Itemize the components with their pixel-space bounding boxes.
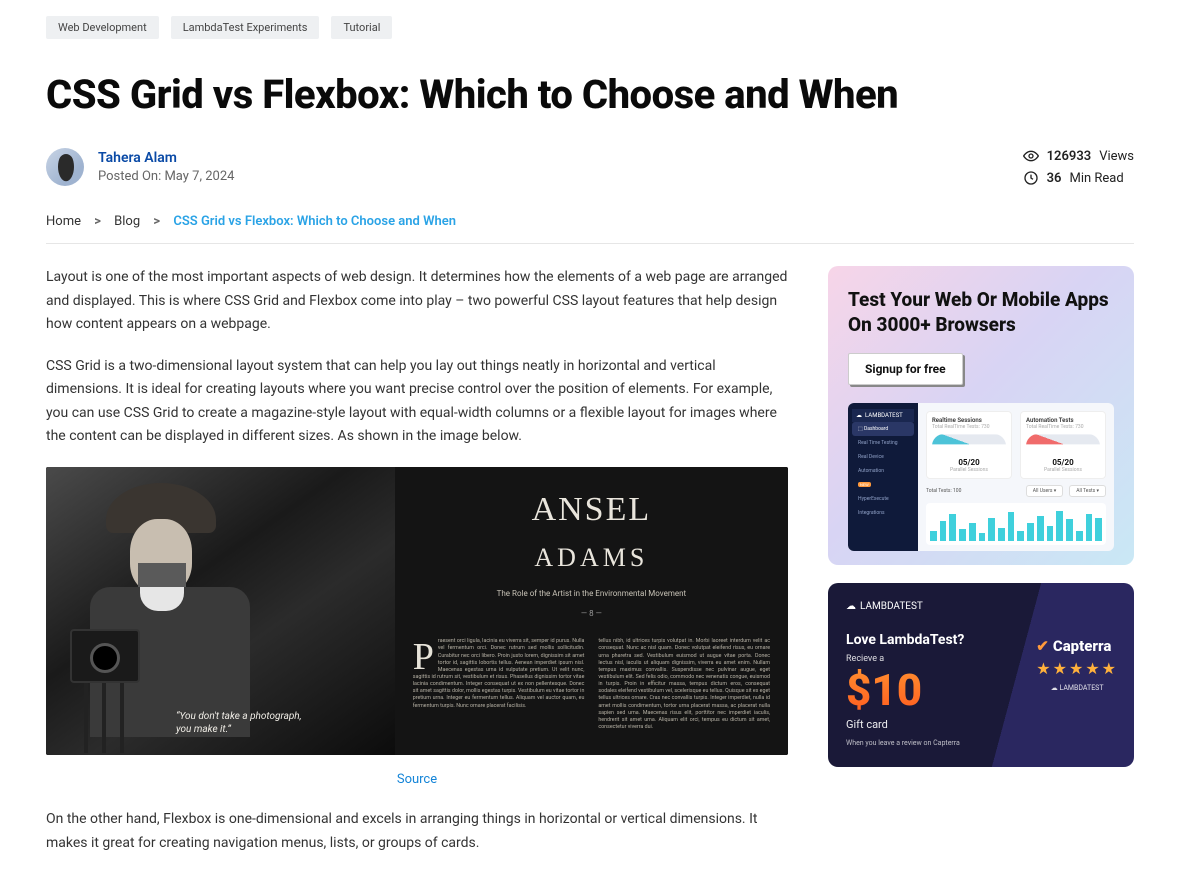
clock-icon [1023,170,1039,186]
eye-icon [1023,148,1039,164]
cta-card: Test Your Web Or Mobile Apps On 3000+ Br… [828,266,1134,565]
read-label: Min Read [1069,171,1123,186]
magazine-title-line1: ANSEL [413,481,770,538]
read-value: 36 [1047,171,1062,186]
stats-block: 126933 Views 36 Min Read [1023,148,1134,186]
tag-item[interactable]: Web Development [46,16,159,39]
chevron-right-icon: > [94,214,101,229]
author-name[interactable]: Tahera Alam [98,150,234,166]
magazine-quote: “You don't take a photograph, you make i… [176,710,302,737]
cloud-icon: ☁ [846,601,856,612]
cta-line-1: Test Your Web Or Mobile Apps [848,288,1109,311]
promo-footnote: When you leave a review on Capterra [846,739,1116,747]
author-avatar[interactable] [46,148,84,186]
views-label: Views [1099,149,1134,164]
posted-date: Posted On: May 7, 2024 [98,169,234,184]
tag-row: Web Development LambdaTest Experiments T… [46,16,1134,39]
breadcrumb-current: CSS Grid vs Flexbox: Which to Choose and… [173,214,456,229]
paragraph: On the other hand, Flexbox is one-dimens… [46,808,788,855]
magazine-subtitle: The Role of the Artist in the Environmen… [413,587,770,600]
paragraph: Layout is one of the most important aspe… [46,266,788,337]
magazine-title-line2: ADAMS [413,536,770,580]
views-value: 126933 [1047,149,1092,164]
source-link[interactable]: Source [46,769,788,791]
promo-gift-label: Gift card [846,718,1116,731]
promo-card[interactable]: ☁LAMBDATEST Love LambdaTest? Recieve a $… [828,583,1134,767]
sidebar: Test Your Web Or Mobile Apps On 3000+ Br… [828,266,1134,873]
magazine-example-image: “You don't take a photograph, you make i… [46,467,788,755]
breadcrumb-home[interactable]: Home [46,214,81,229]
tag-item[interactable]: Tutorial [331,16,392,39]
chevron-right-icon: > [153,214,160,229]
signup-button[interactable]: Signup for free [848,353,963,385]
article-body: Layout is one of the most important aspe… [46,266,788,873]
paragraph: CSS Grid is a two-dimensional layout sys… [46,355,788,449]
tag-item[interactable]: LambdaTest Experiments [171,16,320,39]
meta-row: Tahera Alam Posted On: May 7, 2024 12693… [46,148,1134,186]
author-block: Tahera Alam Posted On: May 7, 2024 [46,148,234,186]
dashboard-preview: ☁LAMBDATEST ⬚ Dashboard Real Time Testin… [848,403,1114,551]
star-rating-icon: ★★★★★ [1036,659,1118,678]
page-title: CSS Grid vs Flexbox: Which to Choose and… [46,71,1134,118]
breadcrumb-blog[interactable]: Blog [114,214,140,229]
breadcrumb: Home > Blog > CSS Grid vs Flexbox: Which… [46,214,1134,244]
check-icon: ✔ [1036,637,1049,655]
cta-line-2: On 3000+ Browsers [848,313,1016,336]
cloud-icon: ☁ [856,412,862,419]
